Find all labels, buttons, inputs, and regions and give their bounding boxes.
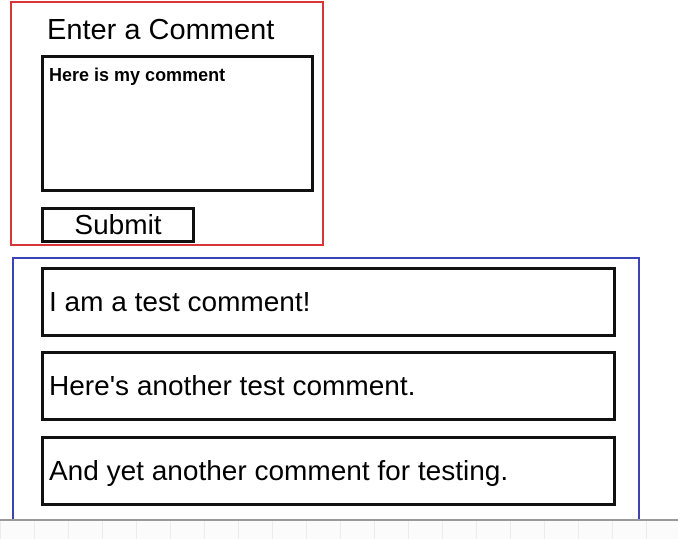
submit-button[interactable]: Submit: [41, 207, 195, 243]
comment-form: Enter a Comment Here is my comment Submi…: [10, 1, 324, 246]
bottom-grid-strip: [0, 519, 678, 539]
comment-item: I am a test comment!: [41, 267, 616, 337]
form-title: Enter a Comment: [47, 14, 275, 46]
comment-input[interactable]: Here is my comment: [41, 55, 314, 192]
comment-item: And yet another comment for testing.: [41, 436, 616, 506]
comment-item: Here's another test comment.: [41, 351, 616, 421]
page: Enter a Comment Here is my comment Submi…: [0, 0, 678, 539]
comment-list: I am a test comment! Here's another test…: [12, 257, 640, 521]
